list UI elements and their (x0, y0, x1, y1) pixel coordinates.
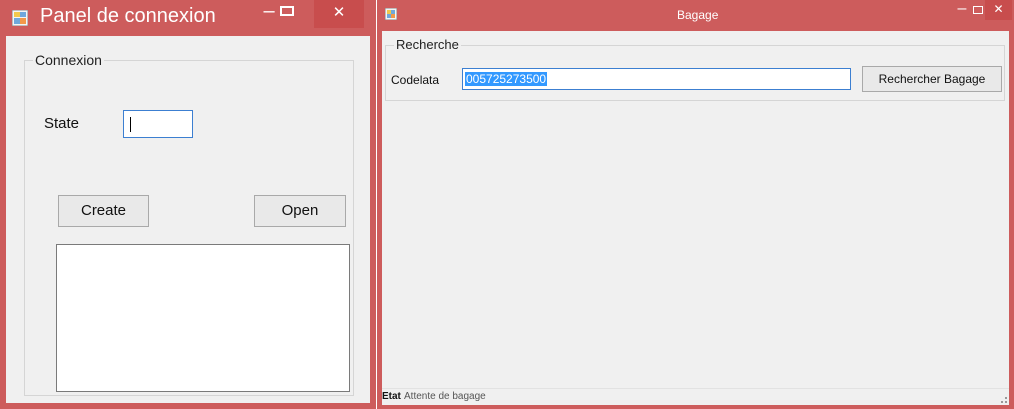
close-button[interactable]: ✕ (985, 0, 1012, 20)
open-button[interactable]: Open (254, 195, 346, 227)
status-key: Etat (382, 391, 401, 402)
state-label: State (44, 115, 80, 132)
codeiata-input[interactable]: 005725273500 (462, 68, 851, 90)
maximize-button[interactable] (973, 6, 983, 14)
create-button[interactable]: Create (58, 195, 149, 227)
minimize-button[interactable]: – (953, 1, 971, 20)
bagage-titlebar[interactable]: Bagage – ✕ (377, 0, 1014, 30)
state-input[interactable] (123, 110, 193, 138)
codeiata-label: Codelata (391, 73, 440, 87)
text-caret (130, 117, 131, 132)
bagage-window: Bagage – ✕ Recherche Codelata 0057252735… (377, 0, 1014, 409)
codeiata-value: 005725273500 (465, 72, 548, 86)
search-bagage-button[interactable]: Rechercher Bagage (862, 66, 1002, 92)
panel-connexion-client: Connexion State Create Open (6, 36, 370, 403)
window-title: Bagage (677, 8, 719, 22)
groupbox-title: Recherche (394, 37, 461, 52)
minimize-button[interactable]: – (257, 1, 281, 26)
status-bar: Etat Attente de bagage (382, 388, 1009, 405)
groupbox-title: Connexion (33, 52, 104, 68)
window-title: Panel de connexion (40, 5, 216, 27)
panel-connexion-window: Panel de connexion – ✕ Connexion State C… (0, 0, 376, 409)
resize-grip-icon[interactable] (1001, 397, 1007, 403)
close-button[interactable]: ✕ (314, 0, 364, 28)
panel-connexion-titlebar[interactable]: Panel de connexion – ✕ (0, 0, 376, 34)
recherche-groupbox: Recherche Codelata 005725273500 Recherch… (385, 37, 1005, 101)
output-listbox[interactable] (56, 244, 350, 392)
maximize-button[interactable] (280, 6, 294, 16)
app-icon (12, 10, 28, 26)
app-icon (385, 8, 397, 20)
connexion-groupbox: Connexion State Create Open (24, 52, 354, 396)
status-value: Attente de bagage (404, 391, 486, 402)
bagage-client: Recherche Codelata 005725273500 Recherch… (382, 31, 1009, 405)
